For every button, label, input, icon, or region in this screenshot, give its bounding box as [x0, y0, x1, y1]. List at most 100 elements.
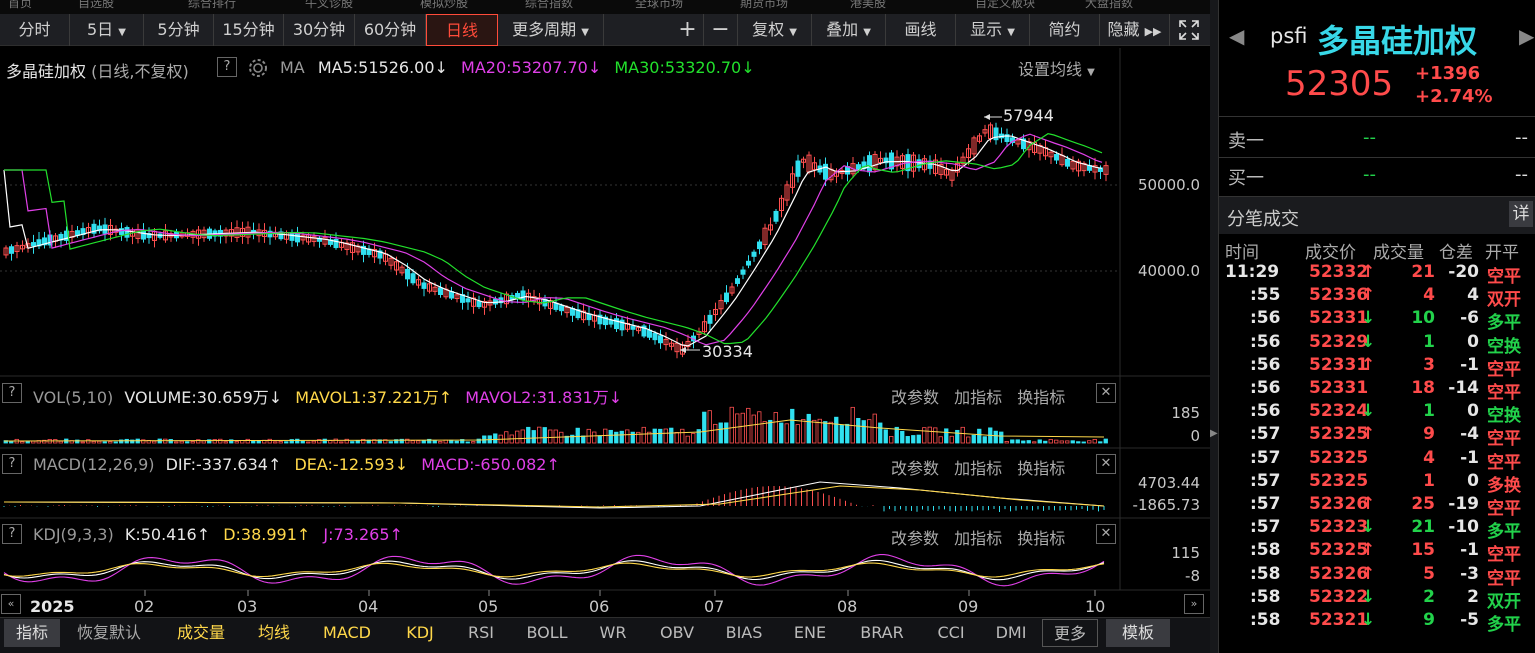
candle-body — [608, 319, 614, 325]
change-params-button[interactable]: 改参数 — [891, 529, 939, 548]
kdj-help-button[interactable]: ? — [2, 524, 22, 544]
volume-bar — [652, 428, 657, 444]
tick-price: 52332 — [1309, 262, 1369, 282]
macd-help-button[interactable]: ? — [2, 454, 22, 474]
prev-symbol-icon[interactable]: ◀ — [1229, 24, 1244, 48]
template-button[interactable]: 模板 — [1106, 619, 1170, 647]
tick-volume: 15 — [1411, 540, 1435, 561]
volume-bar — [31, 440, 36, 444]
arrow-up-icon: ↑ — [389, 525, 403, 544]
volume-value: VOLUME:30.659万 — [124, 388, 269, 407]
volume-bar — [493, 433, 498, 444]
candle-body — [707, 314, 713, 324]
candle-body — [773, 210, 779, 222]
indicator-tab[interactable]: OBV — [648, 619, 706, 647]
switch-indicator-button[interactable]: 换指标 — [1017, 529, 1065, 548]
tick-oi-change: -1 — [1460, 354, 1479, 375]
add-indicator-button[interactable]: 加指标 — [954, 459, 1002, 478]
next-symbol-icon[interactable]: ▶ — [1519, 24, 1534, 48]
candle-body — [746, 260, 751, 266]
indicator-tab[interactable]: 指标 — [4, 619, 60, 647]
col-header-price: 成交价 — [1305, 243, 1356, 263]
indicator-tab[interactable]: 均线 — [244, 619, 304, 647]
tick-type: 多平 — [1487, 522, 1521, 543]
more-indicators-button[interactable]: 更多 — [1042, 619, 1098, 647]
macd-value: MACD:-650.082 — [421, 455, 547, 474]
scroll-left-icon[interactable]: « — [1, 594, 21, 614]
volume-bar — [256, 440, 261, 444]
symbol-code: psfi — [1270, 24, 1308, 48]
volume-bar — [801, 419, 806, 444]
tick-volume: 1 — [1423, 470, 1435, 491]
tick-row: :56 52329 ↓ 1 0 空换 — [1219, 332, 1535, 357]
indicator-tab[interactable]: ENE — [782, 619, 838, 647]
volume-bar — [1076, 441, 1081, 444]
volume-bar — [1087, 440, 1092, 444]
volume-bar — [526, 426, 531, 444]
collapse-arrow-icon[interactable]: ▶ — [1210, 428, 1218, 439]
volume-bar — [878, 422, 883, 444]
tick-type: 多平 — [1487, 615, 1521, 635]
volume-bar — [828, 421, 833, 444]
indicator-tab[interactable]: 成交量 — [166, 619, 236, 647]
volume-bar — [971, 434, 976, 444]
x-axis-month: 04 — [358, 597, 379, 616]
tick-type: 空平 — [1487, 499, 1521, 519]
tick-time: :56 — [1250, 401, 1281, 422]
volume-bars — [3, 406, 1108, 444]
volume-bar — [515, 430, 520, 444]
indicator-tab[interactable]: BIAS — [716, 619, 772, 647]
switch-indicator-button[interactable]: 换指标 — [1017, 388, 1065, 407]
tick-row: :57 52323 ↓ 21 -10 多平 — [1219, 517, 1535, 543]
indicator-tab[interactable]: DMI — [986, 619, 1036, 647]
volume-bar — [520, 429, 525, 444]
change-params-button[interactable]: 改参数 — [891, 388, 939, 407]
indicator-tab[interactable]: CCI — [926, 619, 976, 647]
vol-help-button[interactable]: ? — [2, 383, 22, 403]
restore-default-button[interactable]: 恢复默认 — [66, 619, 152, 647]
change-params-button[interactable]: 改参数 — [891, 459, 939, 478]
arrow-down-icon: ↓ — [1361, 586, 1376, 607]
close-icon[interactable]: ✕ — [1096, 524, 1116, 544]
volume-bar — [58, 440, 63, 444]
volume-bar — [251, 440, 256, 444]
panel-divider[interactable] — [1210, 0, 1218, 653]
indicator-tab[interactable]: WR — [588, 619, 638, 647]
volume-bar — [355, 440, 360, 444]
tick-volume: 9 — [1423, 610, 1435, 630]
volume-bar — [300, 440, 305, 444]
detail-button[interactable]: 详 — [1509, 201, 1533, 227]
tick-row: :58 52321 ↓ 9 -5 多平 — [1219, 610, 1535, 635]
candle-body — [289, 232, 295, 241]
indicator-tab[interactable]: MACD — [314, 619, 380, 647]
candle-body — [630, 325, 636, 330]
tick-volume: 4 — [1423, 285, 1435, 306]
volume-bar — [185, 441, 190, 444]
volume-bar — [295, 438, 300, 444]
arrow-down-icon: ↓ — [1361, 401, 1376, 422]
arrow-down-icon: ↓ — [1361, 610, 1376, 630]
volume-bar — [388, 441, 393, 444]
volume-bar — [548, 429, 553, 444]
indicator-tab[interactable]: BOLL — [516, 619, 578, 647]
close-icon[interactable]: ✕ — [1096, 454, 1116, 474]
tick-time: :56 — [1250, 354, 1281, 375]
scroll-right-icon[interactable]: » — [1184, 594, 1204, 614]
volume-bar — [1070, 440, 1075, 444]
tick-price: 52325 — [1309, 470, 1369, 491]
indicator-tab[interactable]: RSI — [456, 619, 506, 647]
indicator-tab[interactable]: KDJ — [390, 619, 450, 647]
tick-oi-change: -1 — [1460, 447, 1479, 468]
volume-bar — [432, 440, 437, 444]
switch-indicator-button[interactable]: 换指标 — [1017, 459, 1065, 478]
add-indicator-button[interactable]: 加指标 — [954, 388, 1002, 407]
chart-canvas[interactable] — [0, 0, 1210, 653]
x-axis-month: 02 — [134, 597, 155, 616]
close-icon[interactable]: ✕ — [1096, 383, 1116, 403]
add-indicator-button[interactable]: 加指标 — [954, 529, 1002, 548]
volume-bar — [658, 428, 663, 444]
macd-axis-label: -1865.73 — [1132, 496, 1200, 514]
indicator-tab[interactable]: BRAR — [848, 619, 916, 647]
candle-body — [867, 155, 872, 173]
volume-bar — [465, 441, 470, 444]
